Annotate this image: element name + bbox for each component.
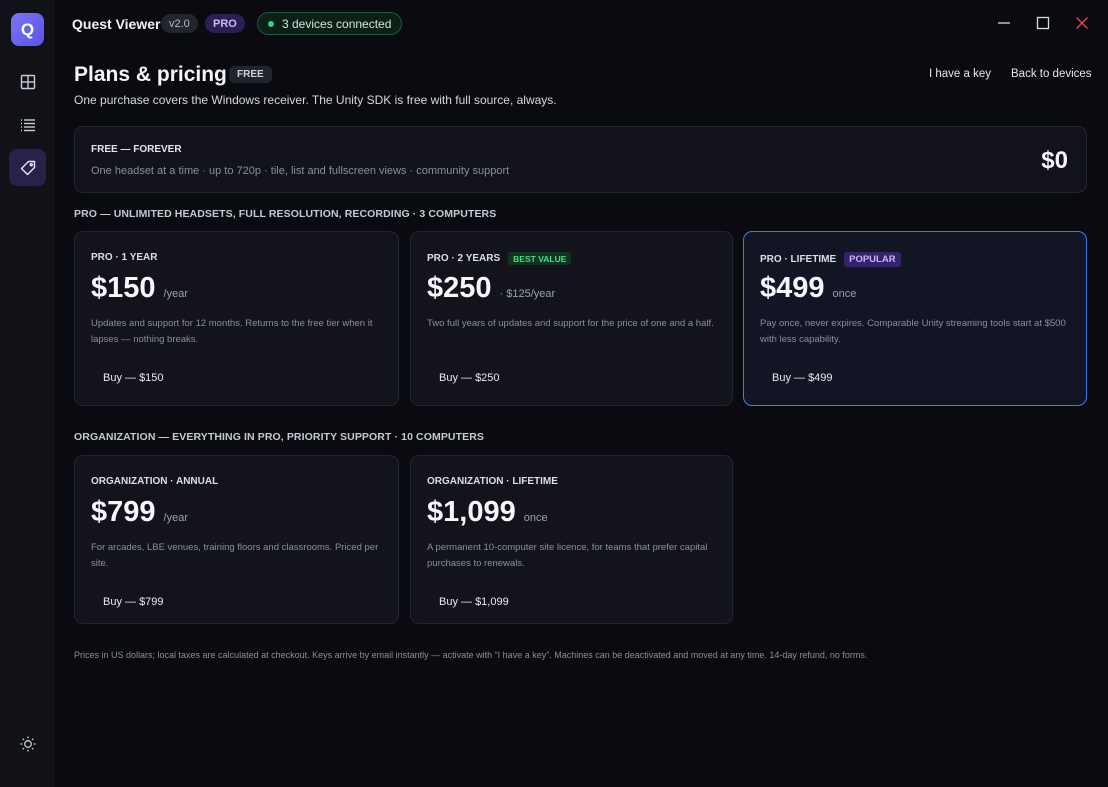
plan-title-text: PRO · LIFETIME <box>760 254 837 265</box>
plan-description: Two full years of updates and support fo… <box>427 318 714 329</box>
nav-devices-list[interactable] <box>9 106 46 143</box>
close-icon[interactable] <box>1073 14 1091 32</box>
page-title: Plans & pricing <box>74 63 227 86</box>
nav-devices-grid[interactable] <box>9 63 46 100</box>
free-plan-price: $0 <box>1041 147 1068 174</box>
version-badge: v2.0 <box>161 14 198 33</box>
devices-status[interactable]: 3 devices connected <box>257 12 403 35</box>
theme-toggle[interactable] <box>9 725 46 762</box>
plan-card-org-annual: ORGANIZATION · ANNUAL $799 /year For arc… <box>74 455 399 624</box>
title-bar: Quest Viewer v2.0 PRO 3 devices connecte… <box>54 0 1108 46</box>
connected-dot-icon <box>268 20 274 27</box>
buy-pro-1-year-button[interactable]: Buy — $150 <box>91 368 176 388</box>
plan-price: $799 /year <box>91 496 188 529</box>
free-plan-title: FREE — FOREVER <box>91 144 182 155</box>
plan-title: PRO · 2 YEARS BEST VALUE <box>427 252 572 265</box>
plan-title-text: ORGANIZATION · LIFETIME <box>427 476 558 487</box>
sun-icon <box>20 736 35 751</box>
plan-description: Pay once, never expires. Comparable Unit… <box>760 318 1066 345</box>
maximize-icon[interactable] <box>1034 14 1052 32</box>
plan-description: A permanent 10-computer site licence, fo… <box>427 542 708 569</box>
buy-org-annual-button[interactable]: Buy — $799 <box>91 592 176 612</box>
buy-org-lifetime-button[interactable]: Buy — $1,099 <box>427 592 521 612</box>
price-amount: $799 <box>91 496 156 528</box>
price-amount: $150 <box>91 272 156 304</box>
page-subtitle: One purchase covers the Windows receiver… <box>74 93 557 107</box>
plan-description: For arcades, LBE venues, training floors… <box>91 542 379 569</box>
plan-title: ORGANIZATION · ANNUAL <box>91 476 218 487</box>
minimize-icon[interactable] <box>995 14 1013 32</box>
tag-icon <box>20 160 35 175</box>
plan-title: PRO · 1 YEAR <box>91 252 158 263</box>
plan-title: PRO · LIFETIME POPULAR <box>760 252 901 267</box>
app-logo: Q <box>11 13 44 46</box>
plan-card-pro-2-years: PRO · 2 YEARS BEST VALUE $250 · $125/yea… <box>410 231 733 406</box>
plan-title-text: PRO · 1 YEAR <box>91 252 158 263</box>
current-plan-badge: FREE <box>229 66 272 83</box>
sidebar: Q <box>0 0 54 787</box>
free-plan-description: One headset at a time · up to 720p · til… <box>91 165 510 177</box>
buy-pro-2-years-button[interactable]: Buy — $250 <box>427 368 512 388</box>
app-title: Quest Viewer <box>72 16 161 32</box>
nav-pricing[interactable] <box>9 149 46 186</box>
price-unit: once <box>523 512 548 524</box>
plan-title-text: ORGANIZATION · ANNUAL <box>91 476 219 487</box>
devices-status-label: 3 devices connected <box>282 16 392 31</box>
popular-tag: POPULAR <box>844 252 901 267</box>
plan-description: Updates and support for 12 months. Retur… <box>91 318 373 345</box>
plan-title-text: PRO · 2 YEARS <box>427 253 501 264</box>
plan-price: $150 /year <box>91 272 188 305</box>
best-value-tag: BEST VALUE <box>508 252 572 265</box>
plan-price: $250 · $125/year <box>427 272 555 305</box>
buy-pro-lifetime-button[interactable]: Buy — $499 <box>760 368 845 388</box>
price-unit: · $125/year <box>499 288 556 300</box>
have-key-link[interactable]: I have a key <box>929 68 991 80</box>
plan-price: $1,099 once <box>427 496 548 529</box>
plan-card-org-lifetime: ORGANIZATION · LIFETIME $1,099 once A pe… <box>410 455 733 624</box>
plan-badge: PRO <box>205 14 245 33</box>
plan-title: ORGANIZATION · LIFETIME <box>427 476 558 487</box>
list-icon <box>20 118 35 131</box>
plan-card-pro-lifetime: PRO · LIFETIME POPULAR $499 once Pay onc… <box>743 231 1087 406</box>
back-to-devices-link[interactable]: Back to devices <box>1011 68 1092 80</box>
price-unit: /year <box>163 288 188 300</box>
grid-icon <box>20 74 35 89</box>
pricing-footnote: Prices in US dollars; local taxes are ca… <box>74 650 868 660</box>
org-section-label: ORGANIZATION — EVERYTHING IN PRO, PRIORI… <box>74 431 485 443</box>
price-amount: $1,099 <box>427 496 516 528</box>
plan-card-pro-1-year: PRO · 1 YEAR $150 /year Updates and supp… <box>74 231 399 406</box>
price-unit: /year <box>163 512 188 524</box>
plan-price: $499 once <box>760 272 856 305</box>
pro-section-label: PRO — UNLIMITED HEADSETS, FULL RESOLUTIO… <box>74 208 497 220</box>
price-amount: $250 <box>427 272 492 304</box>
free-plan-card: FREE — FOREVER One headset at a time · u… <box>74 126 1087 193</box>
price-amount: $499 <box>760 272 825 304</box>
price-unit: once <box>832 288 857 300</box>
